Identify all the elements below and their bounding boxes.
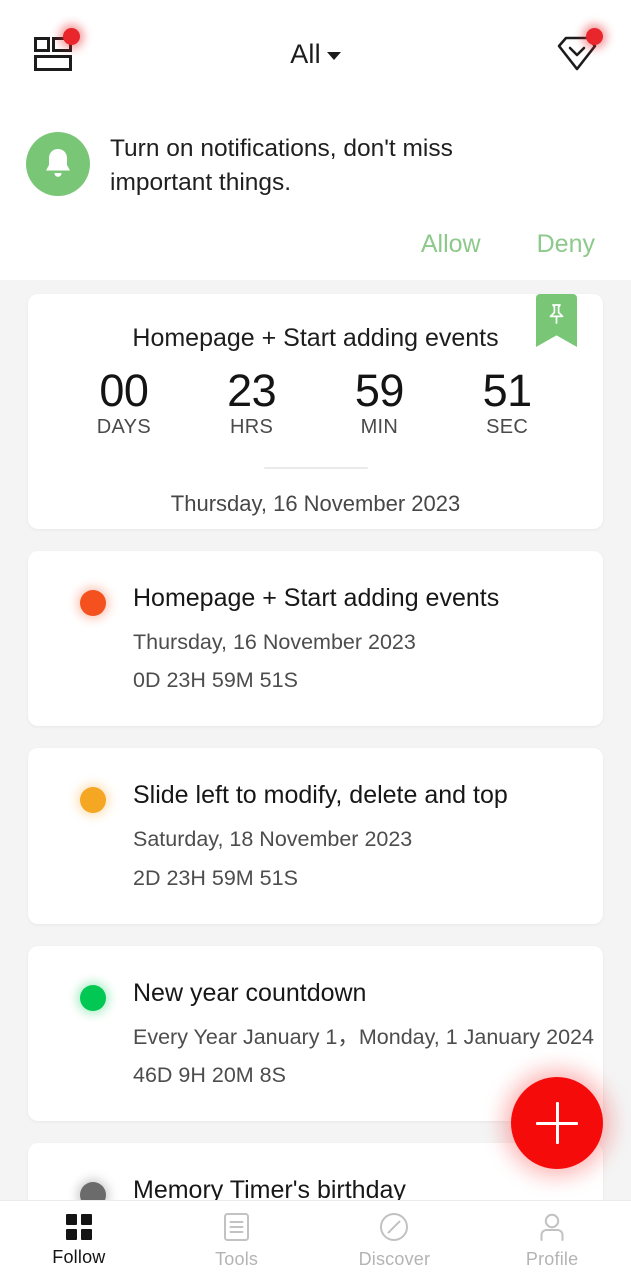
countdown-days-value: 00 — [99, 365, 149, 416]
countdown-seconds-label: SEC — [486, 416, 529, 439]
countdown-days-label: DAYS — [96, 416, 151, 439]
event-date: Every Year January 1，Monday, 1 January 2… — [133, 1024, 594, 1049]
card-divider — [263, 467, 368, 470]
countdown-unit-hours: 23 HRS — [216, 367, 288, 439]
bell-icon-circle — [26, 132, 90, 196]
event-remaining: 0D 23H 59M 51S — [133, 668, 298, 693]
event-color-dot — [80, 787, 106, 814]
featured-countdown-card[interactable]: Homepage + Start adding events 00 DAYS 2… — [28, 294, 603, 529]
event-date: Saturday, 18 November 2023 — [133, 827, 413, 852]
nav-item-tools[interactable]: Tools — [158, 1212, 316, 1270]
bell-icon — [46, 149, 70, 177]
countdown-seconds-value: 51 — [482, 365, 533, 416]
event-card[interactable]: New year countdown Every Year January 1，… — [28, 945, 603, 1122]
event-title: Slide left to modify, delete and top — [133, 781, 508, 810]
countdown-unit-minutes: 59 MIN — [343, 367, 415, 439]
bottom-navigation: Follow Tools Discover Profile — [0, 1200, 631, 1280]
event-remaining: 2D 23H 59M 51S — [133, 865, 298, 890]
event-color-dot — [80, 984, 106, 1011]
grid-four-squares-icon — [65, 1213, 92, 1240]
event-row: Slide left to modify, delete and top Sat… — [28, 780, 603, 893]
event-row: Homepage + Start adding events Thursday,… — [28, 583, 603, 696]
document-lines-icon — [224, 1212, 250, 1241]
plus-icon-vertical — [555, 1102, 559, 1144]
event-card[interactable]: Homepage + Start adding events Thursday,… — [28, 551, 603, 727]
countdown-row: 00 DAYS 23 HRS 59 MIN 51 SEC — [28, 367, 603, 439]
layout-grid-button[interactable] — [26, 26, 82, 82]
event-color-dot — [80, 590, 106, 616]
nav-item-discover[interactable]: Discover — [316, 1212, 474, 1270]
filter-selector[interactable]: All — [290, 39, 341, 70]
nav-label-profile: Profile — [525, 1248, 579, 1269]
nav-item-profile[interactable]: Profile — [473, 1212, 631, 1270]
vip-button[interactable] — [549, 26, 605, 82]
featured-title: Homepage + Start adding events — [132, 324, 499, 352]
event-title: Homepage + Start adding events — [133, 584, 500, 612]
event-row: New year countdown Every Year January 1，… — [28, 978, 603, 1091]
nav-label-follow: Follow — [52, 1246, 106, 1267]
notification-actions: Allow Deny — [26, 228, 605, 261]
featured-date: Thursday, 16 November 2023 — [170, 491, 461, 517]
notification-permission-banner: Turn on notifications, don't miss import… — [0, 108, 631, 280]
top-bar: All — [0, 0, 631, 108]
event-remaining: 46D 9H 20M 8S — [133, 1062, 286, 1087]
event-list-scroll[interactable]: Homepage + Start adding events 00 DAYS 2… — [0, 280, 631, 1280]
event-card[interactable]: Slide left to modify, delete and top Sat… — [28, 748, 603, 924]
notification-banner-row: Turn on notifications, don't miss import… — [26, 128, 605, 200]
notification-message: Turn on notifications, don't miss import… — [110, 135, 453, 196]
event-date: Thursday, 16 November 2023 — [133, 630, 416, 654]
page-title: All — [290, 38, 321, 69]
person-icon — [540, 1213, 564, 1241]
event-text-block: Slide left to modify, delete and top Sat… — [133, 780, 508, 893]
countdown-minutes-label: MIN — [360, 416, 399, 439]
countdown-unit-seconds: 51 SEC — [471, 367, 543, 439]
nav-item-follow[interactable]: Follow — [0, 1213, 158, 1268]
pin-icon — [549, 304, 564, 324]
nav-label-discover: Discover — [358, 1248, 431, 1269]
countdown-hours-label: HRS — [230, 416, 274, 439]
event-text-block: Homepage + Start adding events Thursday,… — [133, 583, 499, 696]
compass-circle-icon — [380, 1212, 409, 1241]
layout-notification-badge — [63, 28, 80, 45]
chevron-down-icon — [326, 52, 341, 60]
countdown-minutes-value: 59 — [354, 365, 405, 416]
deny-button[interactable]: Deny — [533, 228, 599, 261]
countdown-unit-days: 00 DAYS — [88, 367, 160, 439]
event-title: New year countdown — [133, 978, 367, 1007]
countdown-hours-value: 23 — [227, 365, 277, 416]
add-event-fab[interactable] — [511, 1077, 603, 1169]
vip-notification-badge — [585, 28, 603, 45]
event-text-block: New year countdown Every Year January 1，… — [133, 978, 594, 1091]
allow-button[interactable]: Allow — [417, 228, 485, 261]
nav-label-tools: Tools — [215, 1248, 259, 1269]
